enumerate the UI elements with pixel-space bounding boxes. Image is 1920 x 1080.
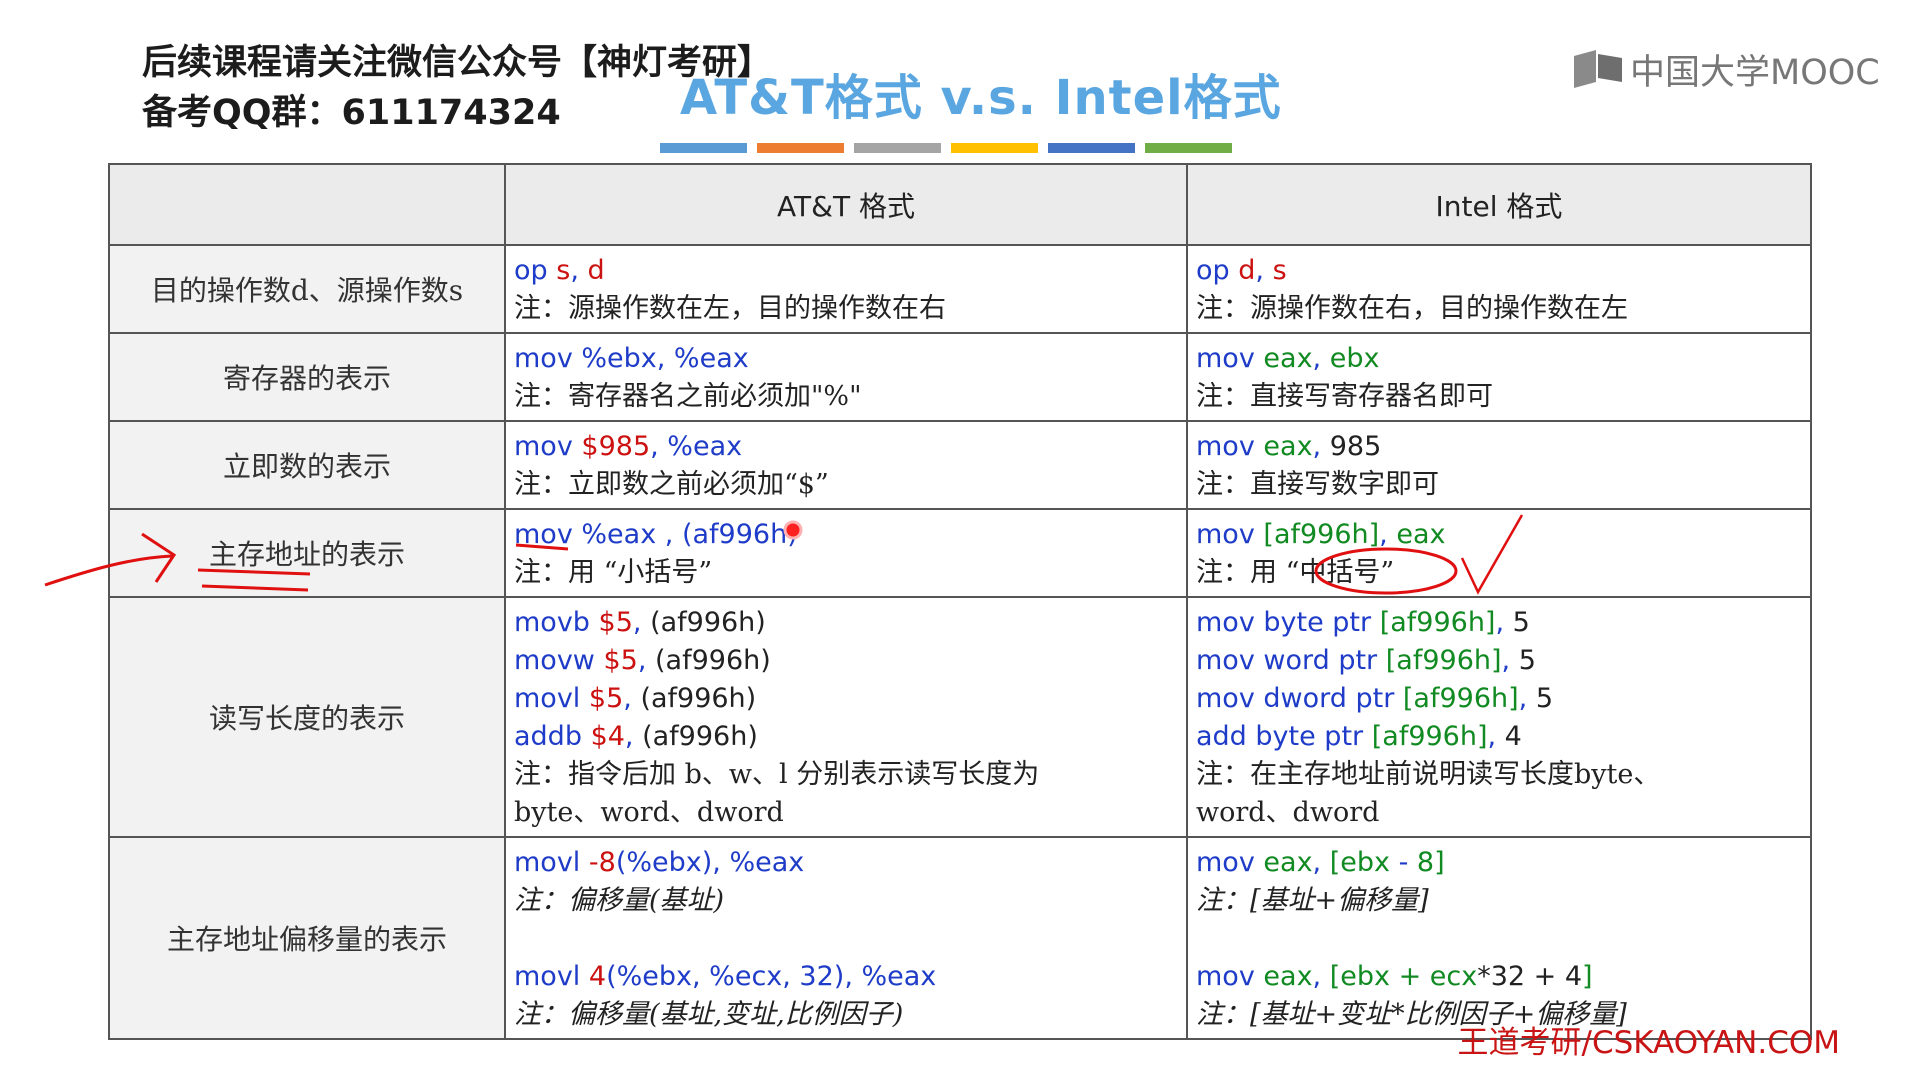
- slide: 后续课程请关注微信公众号【神灯考研】 备考QQ群：611174324 AT&T格…: [0, 0, 1920, 1080]
- code-line: mov %ebx, %eax: [514, 343, 749, 374]
- color-bar: [757, 143, 844, 153]
- code-imm: 985: [1329, 431, 1382, 462]
- code-line: mov eax, [ebx + ecx*32 + 4]: [1196, 961, 1593, 992]
- row-label: 主存地址的表示: [108, 508, 506, 598]
- header-intel: Intel 格式: [1186, 163, 1812, 246]
- mooc-logo-icon: [1574, 50, 1622, 88]
- color-bar: [854, 143, 941, 153]
- code-imm: $985: [581, 431, 651, 462]
- code-reg: ebx: [1329, 343, 1380, 374]
- code-reg: eax: [1396, 519, 1446, 550]
- code-d: d: [1238, 255, 1256, 286]
- note: 注：直接写寄存器名即可: [1196, 381, 1493, 412]
- code-d: d: [587, 255, 605, 286]
- code-op: mov: [514, 519, 573, 550]
- note: 注：用 “中括号”: [1196, 557, 1395, 588]
- code-line: add byte ptr [af996h], 4: [1196, 721, 1522, 752]
- header-att: AT&T 格式: [504, 163, 1188, 246]
- intel-cell: op d, s 注：源操作数在右，目的操作数在左: [1186, 244, 1812, 334]
- code-line: movl -8(%ebx), %eax: [514, 847, 805, 878]
- row-label: 读写长度的表示: [108, 596, 506, 838]
- code-line: movb $5, (af996h): [514, 607, 766, 638]
- code-line: addb $4, (af996h): [514, 721, 758, 752]
- mooc-logo: 中国大学MOOC: [1572, 44, 1880, 94]
- color-bar: [660, 143, 747, 153]
- att-cell: mov %eax , (af996h) 注：用 “小括号”: [504, 508, 1188, 598]
- note: 注：[基址+偏移量]: [1196, 885, 1429, 916]
- note: 注：立即数之前必须加“$”: [514, 469, 829, 500]
- table-row: 读写长度的表示 movb $5, (af996h) movw $5, (af99…: [108, 596, 1812, 838]
- intel-cell: mov eax, [ebx - 8] 注：[基址+偏移量] mov eax, […: [1186, 836, 1812, 1040]
- footer-watermark: 王道考研/CSKAOYAN.COM: [1457, 1025, 1841, 1061]
- code-s: s: [1272, 255, 1287, 286]
- note: 注：用 “小括号”: [514, 557, 713, 588]
- att-cell: mov $985, %eax 注：立即数之前必须加“$”: [504, 420, 1188, 510]
- code-op: mov: [514, 431, 573, 462]
- row-label: 目的操作数d、源操作数s: [108, 244, 506, 334]
- code-op: op: [514, 255, 548, 286]
- code-line: mov word ptr [af996h], 5: [1196, 645, 1536, 676]
- code-reg: eax: [1263, 431, 1313, 462]
- code-op: op: [1196, 255, 1230, 286]
- code-addr: [af996h]: [1263, 519, 1380, 550]
- promo-text: 后续课程请关注微信公众号【神灯考研】 备考QQ群：611174324: [142, 38, 772, 138]
- code-line: movl 4(%ebx, %ecx, 32), %eax: [514, 961, 937, 992]
- table-header-row: AT&T 格式 Intel 格式: [108, 163, 1812, 246]
- color-bar: [1145, 143, 1232, 153]
- row-label: 寄存器的表示: [108, 332, 506, 422]
- slide-title: AT&T格式 v.s. Intel格式: [680, 70, 1282, 126]
- intel-cell: mov [af996h], eax 注：用 “中括号”: [1186, 508, 1812, 598]
- header-empty: [108, 163, 506, 246]
- table-row: 目的操作数d、源操作数s op s, d 注：源操作数在左，目的操作数在右 op…: [108, 244, 1812, 334]
- note: 注：偏移量(基址,变址,比例因子): [514, 999, 904, 1030]
- code-line: mov dword ptr [af996h], 5: [1196, 683, 1554, 714]
- note: 注：源操作数在右，目的操作数在左: [1196, 293, 1628, 324]
- code-s: s: [556, 255, 571, 286]
- code-addr: (af996h): [681, 519, 798, 550]
- promo-qq-group: 备考QQ群：611174324: [142, 93, 561, 133]
- note: 注：偏移量(基址): [514, 885, 725, 916]
- note: 注：指令后加 b、w、l 分别表示读写长度为: [514, 759, 1040, 790]
- code-line: movl $5, (af996h): [514, 683, 757, 714]
- note: 注：直接写数字即可: [1196, 469, 1439, 500]
- note: byte、word、dword: [514, 797, 784, 828]
- note: 注：寄存器名之前必须加"%": [514, 381, 862, 412]
- code-op: mov: [1196, 343, 1255, 374]
- table-row: 立即数的表示 mov $985, %eax 注：立即数之前必须加“$” mov …: [108, 420, 1812, 510]
- code-line: movw $5, (af996h): [514, 645, 771, 676]
- code-line: mov byte ptr [af996h], 5: [1196, 607, 1530, 638]
- att-cell: movb $5, (af996h) movw $5, (af996h) movl…: [504, 596, 1188, 838]
- color-bar-strip: [660, 143, 1242, 153]
- table-row: 寄存器的表示 mov %ebx, %eax 注：寄存器名之前必须加"%" mov…: [108, 332, 1812, 422]
- note: word、dword: [1196, 797, 1380, 828]
- color-bar: [1048, 143, 1135, 153]
- color-bar: [951, 143, 1038, 153]
- code-reg: eax: [1263, 343, 1313, 374]
- row-label: 立即数的表示: [108, 420, 506, 510]
- table-row: 主存地址偏移量的表示 movl -8(%ebx), %eax 注：偏移量(基址)…: [108, 836, 1812, 1040]
- code-reg: %eax: [581, 519, 657, 550]
- att-cell: mov %ebx, %eax 注：寄存器名之前必须加"%": [504, 332, 1188, 422]
- note: 注：在主存地址前说明读写长度byte、: [1196, 759, 1661, 790]
- code-reg: %eax: [667, 431, 743, 462]
- intel-cell: mov eax, 985 注：直接写数字即可: [1186, 420, 1812, 510]
- intel-cell: mov eax, ebx 注：直接写寄存器名即可: [1186, 332, 1812, 422]
- code-op: mov: [1196, 519, 1255, 550]
- intel-cell: mov byte ptr [af996h], 5 mov word ptr [a…: [1186, 596, 1812, 838]
- note: 注：源操作数在左，目的操作数在右: [514, 293, 946, 324]
- code-line: mov eax, [ebx - 8]: [1196, 847, 1445, 878]
- table-row: 主存地址的表示 mov %eax , (af996h) 注：用 “小括号” mo…: [108, 508, 1812, 598]
- promo-wechat: 后续课程请关注微信公众号【神灯考研】: [142, 43, 773, 83]
- row-label: 主存地址偏移量的表示: [108, 836, 506, 1040]
- comparison-table: AT&T 格式 Intel 格式 目的操作数d、源操作数s op s, d 注：…: [108, 163, 1812, 1040]
- att-cell: movl -8(%ebx), %eax 注：偏移量(基址) movl 4(%eb…: [504, 836, 1188, 1040]
- att-cell: op s, d 注：源操作数在左，目的操作数在右: [504, 244, 1188, 334]
- code-op: mov: [1196, 431, 1255, 462]
- mooc-logo-text: 中国大学MOOC: [1630, 52, 1880, 93]
